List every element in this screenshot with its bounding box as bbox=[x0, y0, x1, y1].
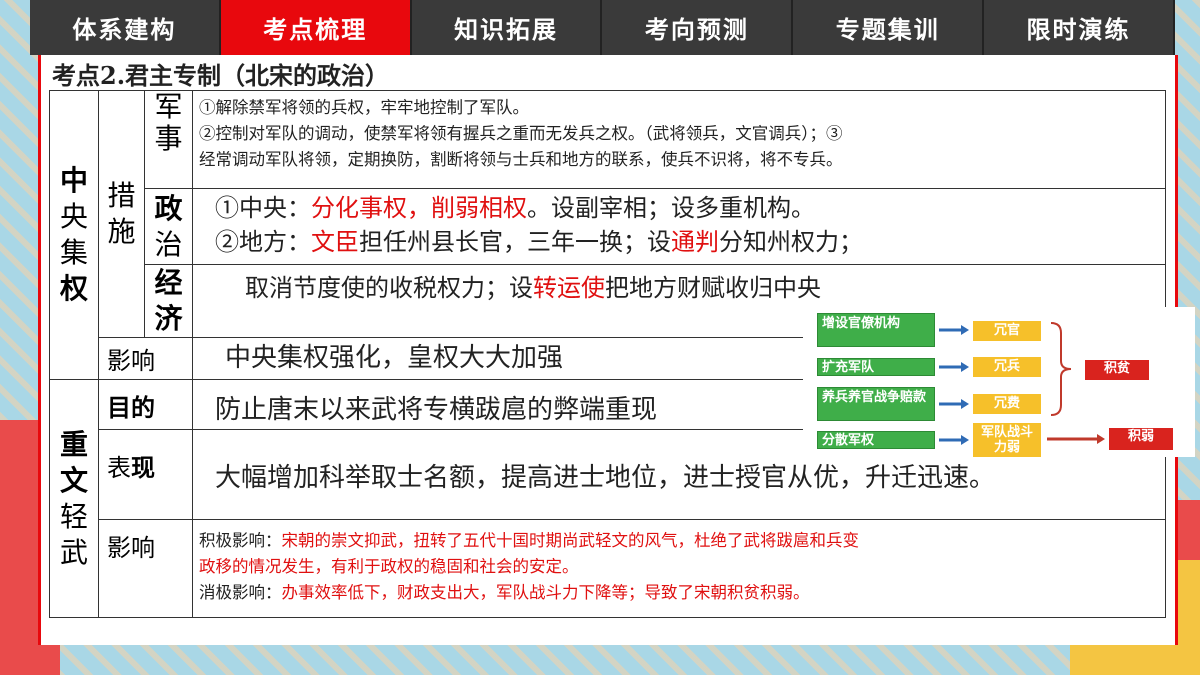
politics-line-local: ②地方：文臣担任州县长官，三年一换；设通判分知州权力； bbox=[215, 225, 1165, 259]
label-char: 军 bbox=[154, 90, 183, 123]
positive-impact-text: 政移的情况发生，有利于政权的稳固和社会的安定。 bbox=[199, 557, 579, 576]
manifestation-label: 表现 bbox=[98, 429, 193, 520]
centralization-label: 中 央 集 权 bbox=[49, 90, 99, 380]
military-content: ①解除禁军将领的兵权，牢牢地控制了军队。 ②控制对军队的调动，使禁军将领有握兵之… bbox=[192, 90, 1166, 189]
label-char: 集 bbox=[59, 236, 88, 269]
highlight-text: 文臣 bbox=[311, 228, 359, 256]
tab-system-construction[interactable]: 体系建构 bbox=[30, 0, 221, 55]
arrow-right-icon bbox=[1047, 434, 1105, 444]
bracket-icon bbox=[1050, 322, 1072, 416]
effect-box-weak-army: 军队战斗力弱 bbox=[973, 423, 1041, 457]
purpose-label: 目的 bbox=[98, 379, 193, 430]
military-line: ②控制对军队的调动，使禁军将领有握兵之重而无发兵之权。（武将领兵，文官调兵）；③ bbox=[199, 124, 843, 143]
negative-impact-text: 办事效率低下，财政支出大，军队战斗力下降等；导致了宋朝积贫积弱。 bbox=[281, 583, 810, 602]
result-box-weakness: 积弱 bbox=[1109, 428, 1173, 450]
label-char: 施 bbox=[107, 215, 136, 248]
tab-timed-practice[interactable]: 限时演练 bbox=[984, 0, 1175, 55]
text-segment: 把地方财赋收归中央 bbox=[605, 274, 821, 302]
politics-content: ①中央：分化事权，削弱相权。设副宰相；设多重机构。 ②地方：文臣担任州县长官，三… bbox=[192, 188, 1166, 265]
text-segment: ①中央： bbox=[215, 194, 311, 222]
label-char: 武 bbox=[59, 535, 88, 569]
centralization-impact-label: 影响 bbox=[98, 337, 193, 380]
tab-knowledge-extension[interactable]: 知识拓展 bbox=[411, 0, 603, 55]
text-segment: 担任州县长官，三年一换；设 bbox=[359, 228, 671, 256]
label-char: 治 bbox=[154, 227, 183, 261]
cause-box-army: 扩充军队 bbox=[817, 358, 935, 376]
label-char: 现 bbox=[131, 453, 155, 482]
negative-impact-label: 消极影响： bbox=[199, 583, 282, 602]
label-char: 轻 bbox=[59, 499, 88, 533]
arrow-right-icon bbox=[939, 399, 969, 409]
arrow-right-icon bbox=[939, 435, 969, 445]
page-title: 考点2.君主专制（北宋的政治） bbox=[52, 61, 390, 90]
civil-over-military-label: 重 文 轻 武 bbox=[49, 379, 99, 618]
cause-box-bureaucracy: 增设官僚机构 bbox=[817, 313, 935, 347]
tab-topic-training[interactable]: 专题集训 bbox=[793, 0, 985, 55]
top-nav: 体系建构 考点梳理 知识拓展 考向预测 专题集训 限时演练 bbox=[30, 0, 1175, 55]
measures-label: 措 施 bbox=[98, 90, 145, 338]
text-segment: 取消节度使的收税权力；设 bbox=[245, 274, 533, 302]
label-char: 政 bbox=[154, 191, 183, 225]
cause-effect-flowchart: 增设官僚机构 扩充军队 养兵养官战争赔款 分散军权 冗官 冗兵 冗费 军队战斗力… bbox=[803, 307, 1195, 457]
cause-box-expenses: 养兵养官战争赔款 bbox=[817, 387, 935, 421]
label-char: 权 bbox=[59, 272, 88, 305]
cause-box-military-power: 分散军权 bbox=[817, 431, 935, 449]
result-box-poverty: 积贫 bbox=[1085, 360, 1149, 380]
politics-line-central: ①中央：分化事权，削弱相权。设副宰相；设多重机构。 bbox=[215, 191, 1165, 225]
effect-box-redundant-soldiers: 冗兵 bbox=[973, 357, 1041, 377]
positive-impact-text: 宋朝的崇文抑武，扭转了五代十国时期尚武轻文的风气，杜绝了武将跋扈和兵变 bbox=[281, 531, 860, 550]
label-char: 经 bbox=[154, 266, 183, 299]
military-line: ①解除禁军将领的兵权，牢牢地控制了军队。 bbox=[199, 98, 529, 117]
highlight-text: 分化事权，削弱相权 bbox=[311, 194, 527, 222]
label-char: 文 bbox=[59, 463, 88, 497]
civil-impact-label: 影响 bbox=[98, 519, 193, 618]
arrow-right-icon bbox=[939, 325, 969, 335]
effect-box-redundant-officials: 冗官 bbox=[973, 321, 1041, 341]
text-segment: 。设副宰相；设多重机构。 bbox=[527, 194, 815, 222]
arrow-right-icon bbox=[939, 362, 969, 372]
tab-key-points[interactable]: 考点梳理 bbox=[220, 0, 412, 55]
label-char: 央 bbox=[59, 200, 88, 233]
positive-impact-label: 积极影响： bbox=[199, 531, 282, 550]
label-char: 事 bbox=[154, 122, 183, 155]
label-char: 济 bbox=[154, 302, 183, 335]
text-segment: ②地方： bbox=[215, 228, 311, 256]
text-segment: 分知州权力； bbox=[719, 228, 863, 256]
panel-border-left bbox=[38, 55, 41, 645]
label-char: 措 bbox=[107, 179, 136, 212]
politics-label: 政 治 bbox=[144, 188, 193, 265]
effect-box-redundant-expenses: 冗费 bbox=[973, 394, 1041, 414]
label-char: 重 bbox=[59, 427, 88, 461]
tab-exam-prediction[interactable]: 考向预测 bbox=[602, 0, 794, 55]
military-line: 经常调动军队将领，定期换防，割断将领与士兵和地方的联系，使兵不识将，将不专兵。 bbox=[199, 150, 843, 169]
highlight-text: 通判 bbox=[671, 228, 719, 256]
economy-label: 经 济 bbox=[144, 264, 193, 338]
civil-impact-content: 积极影响：宋朝的崇文抑武，扭转了五代十国时期尚武轻文的风气，杜绝了武将跋扈和兵变… bbox=[192, 519, 1166, 618]
military-label: 军 事 bbox=[144, 90, 193, 189]
highlight-text: 转运使 bbox=[533, 274, 605, 302]
label-char: 表 bbox=[107, 454, 131, 482]
label-char: 中 bbox=[59, 164, 88, 197]
